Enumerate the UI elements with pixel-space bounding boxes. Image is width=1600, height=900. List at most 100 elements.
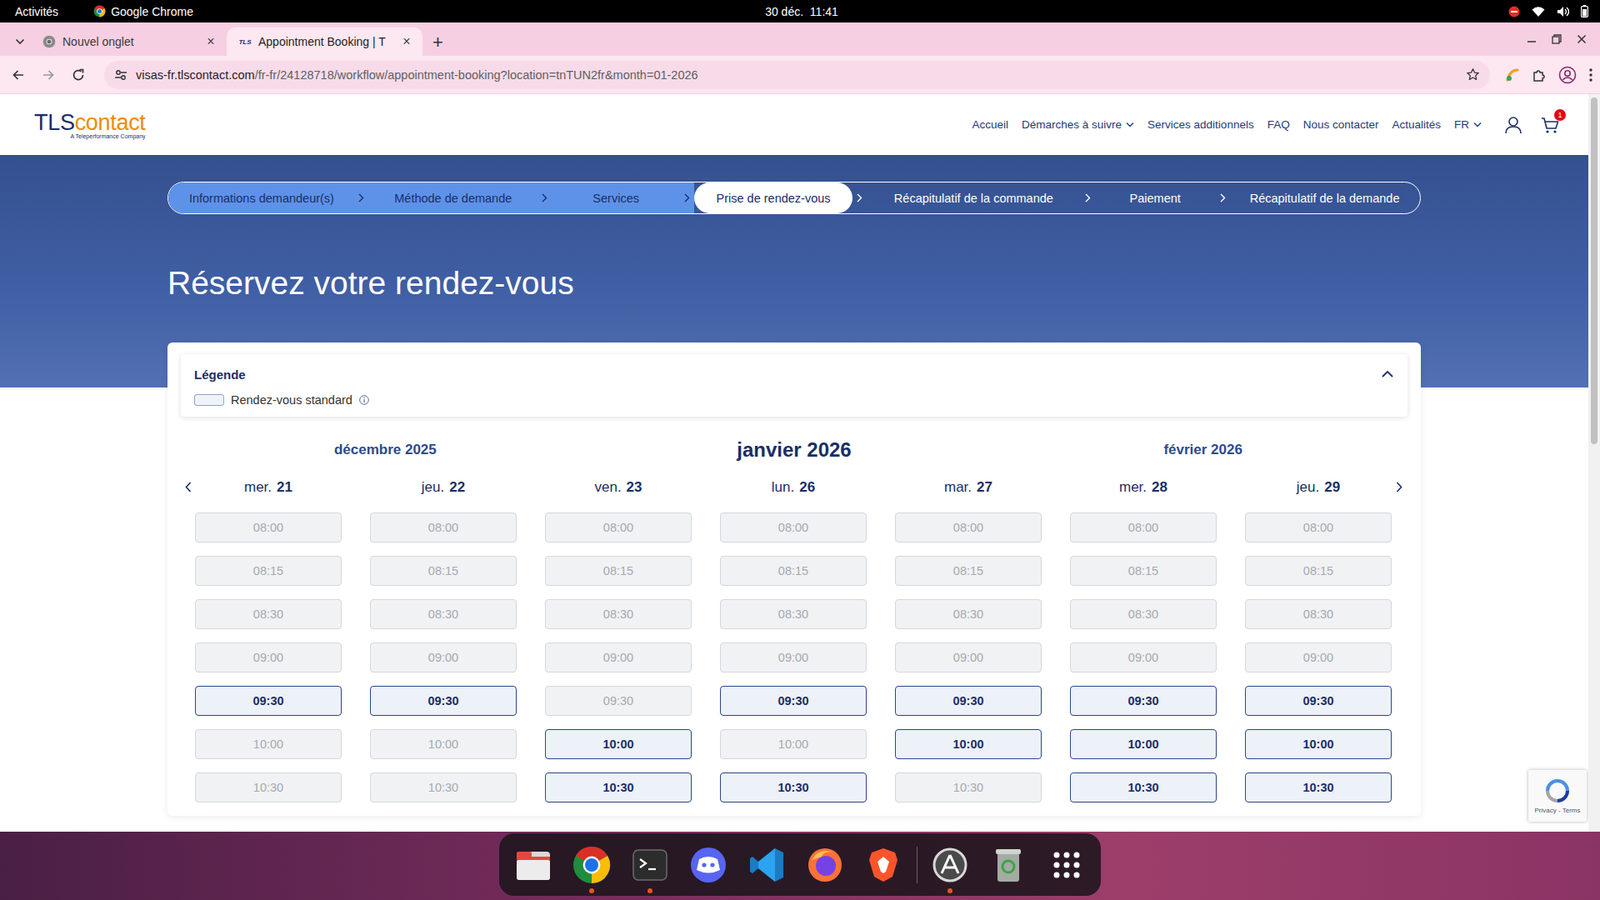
dock-item[interactable]: [1046, 845, 1087, 885]
slot-time: 08:00: [603, 520, 634, 535]
slot-time: 08:15: [1303, 564, 1334, 578]
dock-item[interactable]: [630, 845, 670, 885]
dock-item[interactable]: [930, 845, 970, 885]
activities-button[interactable]: Activités: [15, 5, 59, 19]
profile-icon[interactable]: [1558, 65, 1577, 85]
time-slot[interactable]: 10:00: [1245, 729, 1392, 760]
standard-swatch: [194, 394, 225, 406]
url-path: /fr-fr/24128718/workflow/appointment-boo…: [255, 68, 699, 82]
nav-item[interactable]: Actualités: [1391, 118, 1441, 131]
bookmark-star-icon[interactable]: [1465, 67, 1480, 82]
container: Informations demandeur(s)Méthode de dema…: [167, 181, 1421, 302]
time-slot[interactable]: 10:30: [1070, 772, 1217, 803]
back-button[interactable]: [5, 62, 31, 88]
slot-time: 09:30: [777, 694, 809, 708]
nav-item[interactable]: FAQ: [1267, 118, 1290, 131]
nav-item[interactable]: Accueil: [972, 118, 1010, 131]
firefox-icon: [805, 845, 845, 885]
close-tab-button[interactable]: ×: [399, 34, 415, 50]
site-info-icon[interactable]: [114, 68, 128, 82]
time-slot[interactable]: 09:30: [720, 685, 867, 716]
legend-label: Rendez-vous standard: [230, 393, 353, 407]
dock-item[interactable]: [863, 845, 904, 885]
slot-time: 08:30: [953, 607, 984, 621]
time-slot: 08:15: [370, 555, 517, 586]
next-week-button[interactable]: [1391, 479, 1406, 816]
slot-time: 09:00: [428, 650, 459, 665]
container: Activités Google Chrome: [15, 5, 765, 19]
dock-item[interactable]: [571, 845, 612, 885]
tab-title: Appointment Booking | T: [258, 35, 393, 49]
time-slot[interactable]: 09:30: [895, 685, 1042, 716]
url-text[interactable]: visas-fr.tlscontact.com/fr-fr/24128718/w…: [135, 68, 1458, 82]
dock-item[interactable]: [746, 845, 787, 885]
time-slot[interactable]: 09:30: [1245, 685, 1392, 716]
extension-icon[interactable]: [1505, 67, 1520, 83]
legend-header[interactable]: Légende: [194, 365, 1395, 384]
step-pill: Paiement: [1094, 182, 1216, 214]
time-slot[interactable]: 10:00: [1070, 729, 1217, 760]
separator-line: [916, 846, 918, 884]
time-slot[interactable]: 10:00: [895, 729, 1042, 760]
system-tray[interactable]: [1508, 5, 1589, 18]
time-slot[interactable]: 10:00: [545, 729, 692, 760]
nav-item[interactable]: Nous contacter: [1303, 118, 1380, 131]
time-slot[interactable]: 10:30: [545, 772, 692, 803]
puzzle-extensions-icon[interactable]: [1531, 67, 1547, 83]
slot-time: 08:00: [778, 520, 809, 535]
minimize-icon[interactable]: [1526, 34, 1537, 45]
time-slot[interactable]: 09:30: [1070, 685, 1217, 716]
nav-item[interactable]: Services additionnels: [1147, 118, 1255, 131]
legend-panel: Légende Rendez-vous standard: [180, 354, 1408, 417]
prev-week-button[interactable]: [180, 479, 195, 816]
month-label[interactable]: février 2026: [998, 441, 1408, 459]
dock-item[interactable]: [988, 845, 1029, 885]
time-slot[interactable]: 09:30: [195, 685, 342, 716]
user-icon[interactable]: [1503, 115, 1524, 135]
new-tab-button[interactable]: +: [432, 33, 444, 52]
running-indicator: [530, 888, 536, 894]
browser-tab[interactable]: TLSAppointment Booking | T×: [226, 27, 423, 56]
weekday: ven.: [594, 479, 621, 496]
chevron-up-icon[interactable]: [1380, 369, 1395, 380]
month-label: janvier 2026: [590, 438, 1000, 462]
chevron-left-icon[interactable]: [185, 481, 192, 493]
chevron-right-icon[interactable]: [1395, 481, 1403, 493]
vscode-icon: [746, 845, 787, 885]
recaptcha-badge[interactable]: Privacy - Terms: [1528, 770, 1587, 822]
address-bar[interactable]: visas-fr.tlscontact.com/fr-fr/24128718/w…: [104, 60, 1490, 90]
recaptcha-links[interactable]: Privacy - Terms: [1535, 806, 1581, 815]
menu-dots-icon[interactable]: [1588, 67, 1594, 83]
cart-button[interactable]: 1: [1540, 115, 1560, 135]
dock-item[interactable]: [688, 845, 729, 885]
legend-item: Rendez-vous standard: [194, 393, 1395, 407]
reload-button[interactable]: [65, 62, 91, 88]
month-label[interactable]: décembre 2025: [180, 441, 590, 459]
clock[interactable]: 30 déc. 11:41: [765, 5, 839, 19]
chevron-down-icon: [1125, 121, 1135, 128]
browser-tab[interactable]: Nouvel onglet×: [30, 27, 227, 56]
tlscontact-logo[interactable]: TLScontactA Teleperformance Company: [34, 110, 146, 140]
close-icon[interactable]: [1576, 34, 1587, 45]
time-slot[interactable]: 10:30: [1245, 772, 1392, 803]
chevron-right-icon: [541, 193, 548, 203]
tab-search-button[interactable]: [8, 27, 31, 56]
scrollbar-thumb[interactable]: [1590, 97, 1598, 445]
nav-item[interactable]: Démarches à suivre: [1021, 118, 1135, 131]
app-menu[interactable]: Google Chrome: [93, 5, 194, 19]
forward-button[interactable]: [35, 62, 61, 88]
dock-item[interactable]: [805, 845, 845, 885]
day-number: 23: [626, 479, 643, 496]
nav-item[interactable]: FR: [1454, 118, 1482, 131]
dock-item[interactable]: [513, 845, 554, 885]
time-slot[interactable]: 09:30: [370, 685, 517, 716]
info-icon[interactable]: [359, 395, 370, 405]
time-slot[interactable]: 10:30: [720, 772, 867, 803]
progress-stepper: Informations demandeur(s)Méthode de dema…: [167, 181, 1421, 215]
maximize-icon[interactable]: [1551, 34, 1562, 45]
slot-time: 09:30: [1302, 694, 1334, 708]
close-tab-button[interactable]: ×: [203, 34, 219, 50]
browser-window: Nouvel onglet×TLSAppointment Booking | T…: [0, 22, 1600, 832]
slot-time: 08:15: [603, 564, 634, 578]
tab-strip: Nouvel onglet×TLSAppointment Booking | T…: [0, 22, 1600, 56]
